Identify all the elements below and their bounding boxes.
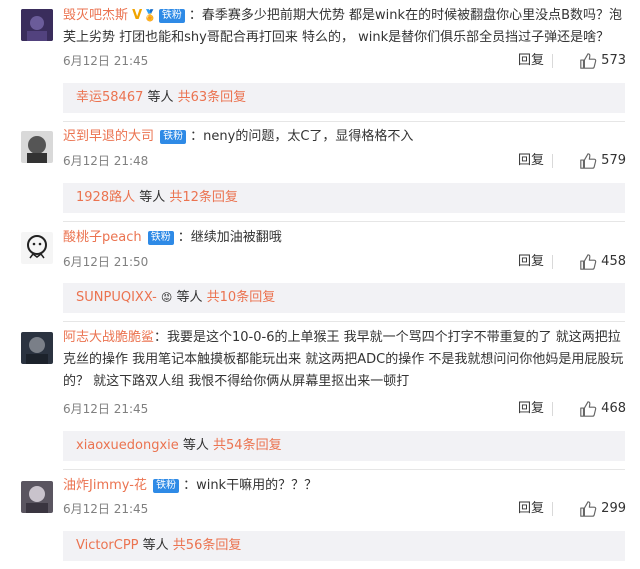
thumbs-up-icon (580, 53, 597, 69)
like-button[interactable]: 468 (579, 400, 626, 418)
comment-username[interactable]: 酸桃子peach (63, 230, 142, 245)
comment-meta: 6月12日 21:48 回复 579 (63, 152, 626, 170)
comment-content-line2: 芙上劣势 打团也能和shy哥配合再打回来 特么的， wink是替你们俱乐部全员挡… (63, 30, 610, 45)
thumbs-up-icon (580, 401, 597, 417)
replies-summary[interactable]: SUNPUQIXX- 😡 等人 共10条回复 (63, 283, 625, 313)
like-button[interactable]: 299 (579, 500, 626, 518)
like-button[interactable]: 458 (579, 253, 626, 271)
divider (552, 154, 553, 168)
avatar[interactable] (21, 131, 53, 163)
comment-divider (63, 321, 625, 322)
timestamp: 6月12日 21:50 (63, 255, 149, 269)
replies-summary[interactable]: 幸运58467 等人 共63条回复 (63, 83, 625, 113)
comment-content: ：neny的问题，太C了，显得格格不入 (190, 129, 414, 144)
comment-text: 阿志大战脆脆鲨：我要是这个10-0-6的上单猴王 我早就一个骂四个打字不带重复的… (63, 327, 626, 393)
timestamp: 6月12日 21:45 (63, 54, 149, 68)
avatar-image (21, 232, 53, 264)
thumbs-up-icon (580, 254, 597, 270)
replies-connector: 等人 (178, 438, 214, 453)
replies-summary[interactable]: xiaoxuedongxie 等人 共54条回复 (63, 431, 625, 461)
thumbs-up-icon (580, 153, 597, 169)
avatar-image (21, 9, 53, 41)
reply-button[interactable]: 回复 (518, 152, 544, 170)
verified-icon: V (132, 8, 143, 23)
comment-content-line3: 的？ 就这下路双人组 我恨不得给你俩从屏幕里抠出来一顿打 (63, 374, 410, 389)
reply-button[interactable]: 回复 (518, 52, 544, 70)
fan-badge: 铁粉 (153, 479, 180, 493)
avatar-image (21, 481, 53, 513)
reply-count-link[interactable]: 共56条回复 (173, 538, 242, 553)
comment-divider (63, 221, 625, 222)
comment-content: ：春季赛多少把前期大优势 都是wink在的时候被翻盘你心里没点B数吗？泡 (188, 8, 622, 23)
avatar-image (21, 332, 53, 364)
fan-badge: 铁粉 (160, 130, 187, 144)
divider (552, 255, 553, 269)
timestamp: 6月12日 21:45 (63, 402, 149, 416)
comment-meta: 6月12日 21:50 回复 458 (63, 253, 626, 271)
replies-summary[interactable]: VictorCPP 等人 共56条回复 (63, 531, 625, 561)
reply-button[interactable]: 回复 (518, 253, 544, 271)
fan-badge: 铁粉 (158, 9, 185, 23)
comment-text: 油炸Jimmy-花 铁粉 ：wink干嘛用的？？？ (63, 475, 626, 497)
replies-summary[interactable]: 1928路人 等人 共12条回复 (63, 183, 625, 213)
like-button[interactable]: 579 (579, 152, 626, 170)
reply-username[interactable]: SUNPUQIXX- (76, 290, 157, 305)
reply-count-link[interactable]: 共63条回复 (178, 90, 247, 105)
comment-username[interactable]: 迟到早退的大司 (63, 129, 154, 144)
comment-content: ：我要是这个10-0-6的上单猴王 我早就一个骂四个打字不带重复的了 就这两把拉 (154, 330, 621, 345)
like-count: 458 (601, 254, 626, 269)
divider (552, 402, 553, 416)
comment-text: 迟到早退的大司 铁粉 ：neny的问题，太C了，显得格格不入 (63, 126, 626, 148)
like-count: 299 (601, 501, 626, 516)
reply-username[interactable]: 幸运58467 (76, 90, 143, 105)
thumbs-up-icon (580, 501, 597, 517)
divider (552, 54, 553, 68)
comment-text: 酸桃子peach 铁粉 ：继续加油被翻哦 (63, 227, 626, 249)
comment-meta: 6月12日 21:45 回复 573 (63, 52, 626, 70)
timestamp: 6月12日 21:48 (63, 154, 149, 168)
comment-content: ：继续加油被翻哦 (177, 230, 282, 245)
comment-divider (63, 121, 625, 122)
reply-count-link[interactable]: 共12条回复 (169, 190, 238, 205)
reply-username[interactable]: xiaoxuedongxie (76, 438, 179, 453)
avatar[interactable] (21, 9, 53, 41)
reply-username[interactable]: 1928路人 (76, 190, 135, 205)
avatar-image (21, 131, 53, 163)
comment-username[interactable]: 阿志大战脆脆鲨 (63, 330, 154, 345)
comment-text: 毁灭吧杰斯 V🏅 铁粉 ：春季赛多少把前期大优势 都是wink在的时候被翻盘你心里没… (63, 5, 626, 49)
comment-content-line2: 克丝的操作 我用笔记本触摸板都能玩出来 就这两把ADC的操作 不是我就想问问你他… (63, 352, 624, 367)
comment-divider (63, 469, 625, 470)
reply-button[interactable]: 回复 (518, 500, 544, 518)
replies-connector: 等人 (143, 90, 178, 105)
like-count: 573 (601, 53, 626, 68)
reply-count-link[interactable]: 共10条回复 (207, 290, 276, 305)
fan-badge: 铁粉 (147, 231, 174, 245)
comment-content: ：wink干嘛用的？？？ (183, 478, 318, 493)
timestamp: 6月12日 21:45 (63, 502, 149, 516)
like-button[interactable]: 573 (579, 52, 626, 70)
replies-connector: 等人 (172, 290, 207, 305)
like-count: 579 (601, 153, 626, 168)
emoji-icon: 😡 (160, 291, 173, 304)
replies-connector: 等人 (138, 538, 173, 553)
reply-count-link[interactable]: 共54条回复 (213, 438, 282, 453)
avatar[interactable] (21, 332, 53, 364)
reply-button[interactable]: 回复 (518, 400, 544, 418)
replies-connector: 等人 (135, 190, 170, 205)
comment-username[interactable]: 油炸Jimmy-花 (63, 478, 147, 493)
comment-meta: 6月12日 21:45 回复 299 (63, 500, 626, 518)
avatar[interactable] (21, 481, 53, 513)
comment-meta: 6月12日 21:45 回复 468 (63, 400, 626, 418)
avatar[interactable] (21, 232, 53, 264)
reply-username[interactable]: VictorCPP (76, 538, 139, 553)
like-count: 468 (601, 401, 626, 416)
medal-icon: 🏅 (143, 9, 157, 22)
comment-username[interactable]: 毁灭吧杰斯 (63, 8, 128, 23)
divider (552, 502, 553, 516)
